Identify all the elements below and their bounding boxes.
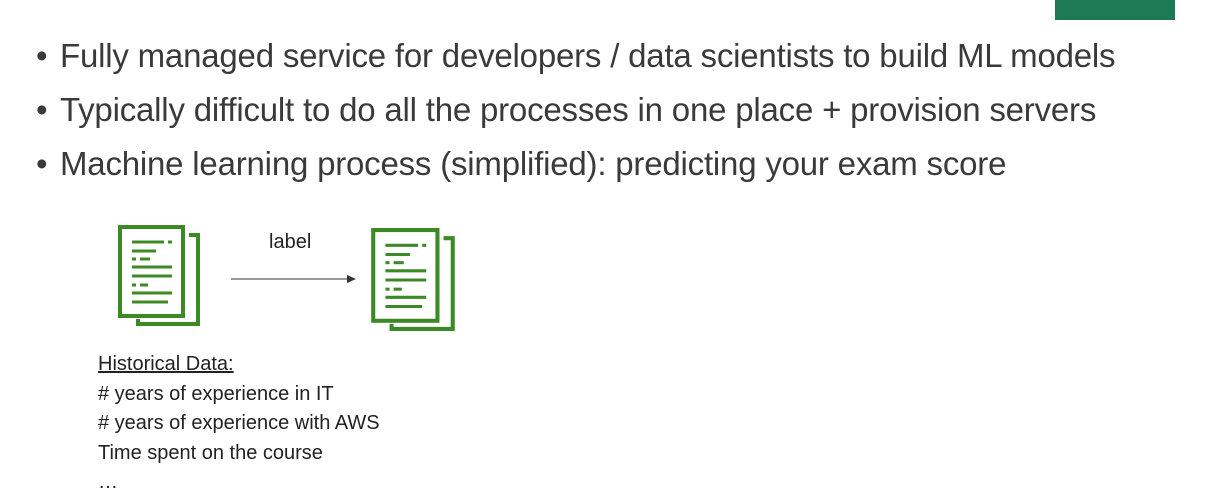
- target-document-icon: [371, 228, 455, 331]
- bullet-text: Machine learning process (simplified): p…: [60, 145, 1007, 182]
- arrow-label: label: [269, 231, 312, 253]
- historical-data-item: Time spent on the course: [98, 441, 323, 464]
- source-document-icon: [118, 225, 200, 326]
- historical-data-title: Historical Data:: [98, 353, 234, 375]
- historical-data-item: …: [98, 471, 118, 493]
- corner-badge: [1055, 0, 1175, 20]
- bullet-list: • Fully managed service for developers /…: [36, 34, 1116, 196]
- bullet-item: • Fully managed service for developers /…: [36, 34, 1116, 88]
- bullet-dot: •: [36, 37, 48, 74]
- bullet-text: Typically difficult to do all the proces…: [60, 91, 1097, 128]
- arrow-icon: [231, 275, 356, 283]
- historical-data-block: Historical Data: # years of experience i…: [98, 350, 380, 498]
- historical-data-item: # years of experience in IT: [98, 382, 334, 405]
- bullet-dot: •: [36, 91, 48, 128]
- bullet-item: • Typically difficult to do all the proc…: [36, 88, 1115, 142]
- bullet-item: • Machine learning process (simplified):…: [36, 142, 1115, 196]
- bullet-text: Fully managed service for developers / d…: [60, 37, 1116, 74]
- historical-data-item: # years of experience with AWS: [98, 412, 380, 434]
- bullet-dot: •: [36, 145, 48, 182]
